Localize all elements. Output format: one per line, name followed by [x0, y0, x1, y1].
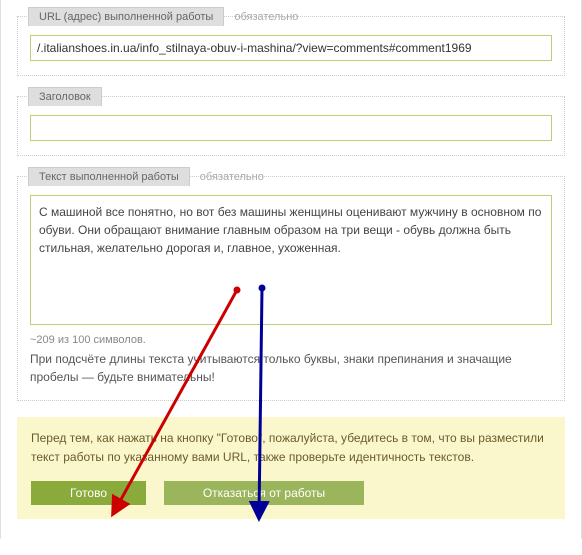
url-input[interactable] [30, 35, 552, 61]
text-field-block: Текст выполненной работы обязательно ~20… [17, 176, 565, 401]
warning-box: Перед тем, как нажать на кнопку "Готово"… [17, 417, 565, 519]
url-label: URL (адрес) выполненной работы [28, 7, 224, 26]
text-textarea[interactable] [30, 195, 552, 325]
text-label: Текст выполненной работы [28, 167, 190, 186]
url-required-label: обязательно [224, 11, 298, 23]
decline-button[interactable]: Отказаться от работы [164, 481, 364, 505]
button-row: Готово Отказаться от работы [31, 481, 551, 505]
title-input[interactable] [30, 115, 552, 141]
url-field-header: URL (адрес) выполненной работы обязатель… [28, 7, 298, 26]
url-field-block: URL (адрес) выполненной работы обязатель… [17, 16, 565, 76]
ready-button[interactable]: Готово [31, 481, 146, 505]
warning-text: Перед тем, как нажать на кнопку "Готово"… [31, 429, 551, 467]
text-hint: При подсчёте длины текста учитываются то… [30, 350, 552, 386]
title-field-header: Заголовок [28, 87, 102, 106]
char-count: ~209 из 100 символов. [30, 334, 552, 346]
text-required-label: обязательно [190, 171, 264, 183]
title-field-block: Заголовок [17, 96, 565, 156]
text-field-header: Текст выполненной работы обязательно [28, 167, 264, 186]
title-label: Заголовок [28, 87, 102, 106]
